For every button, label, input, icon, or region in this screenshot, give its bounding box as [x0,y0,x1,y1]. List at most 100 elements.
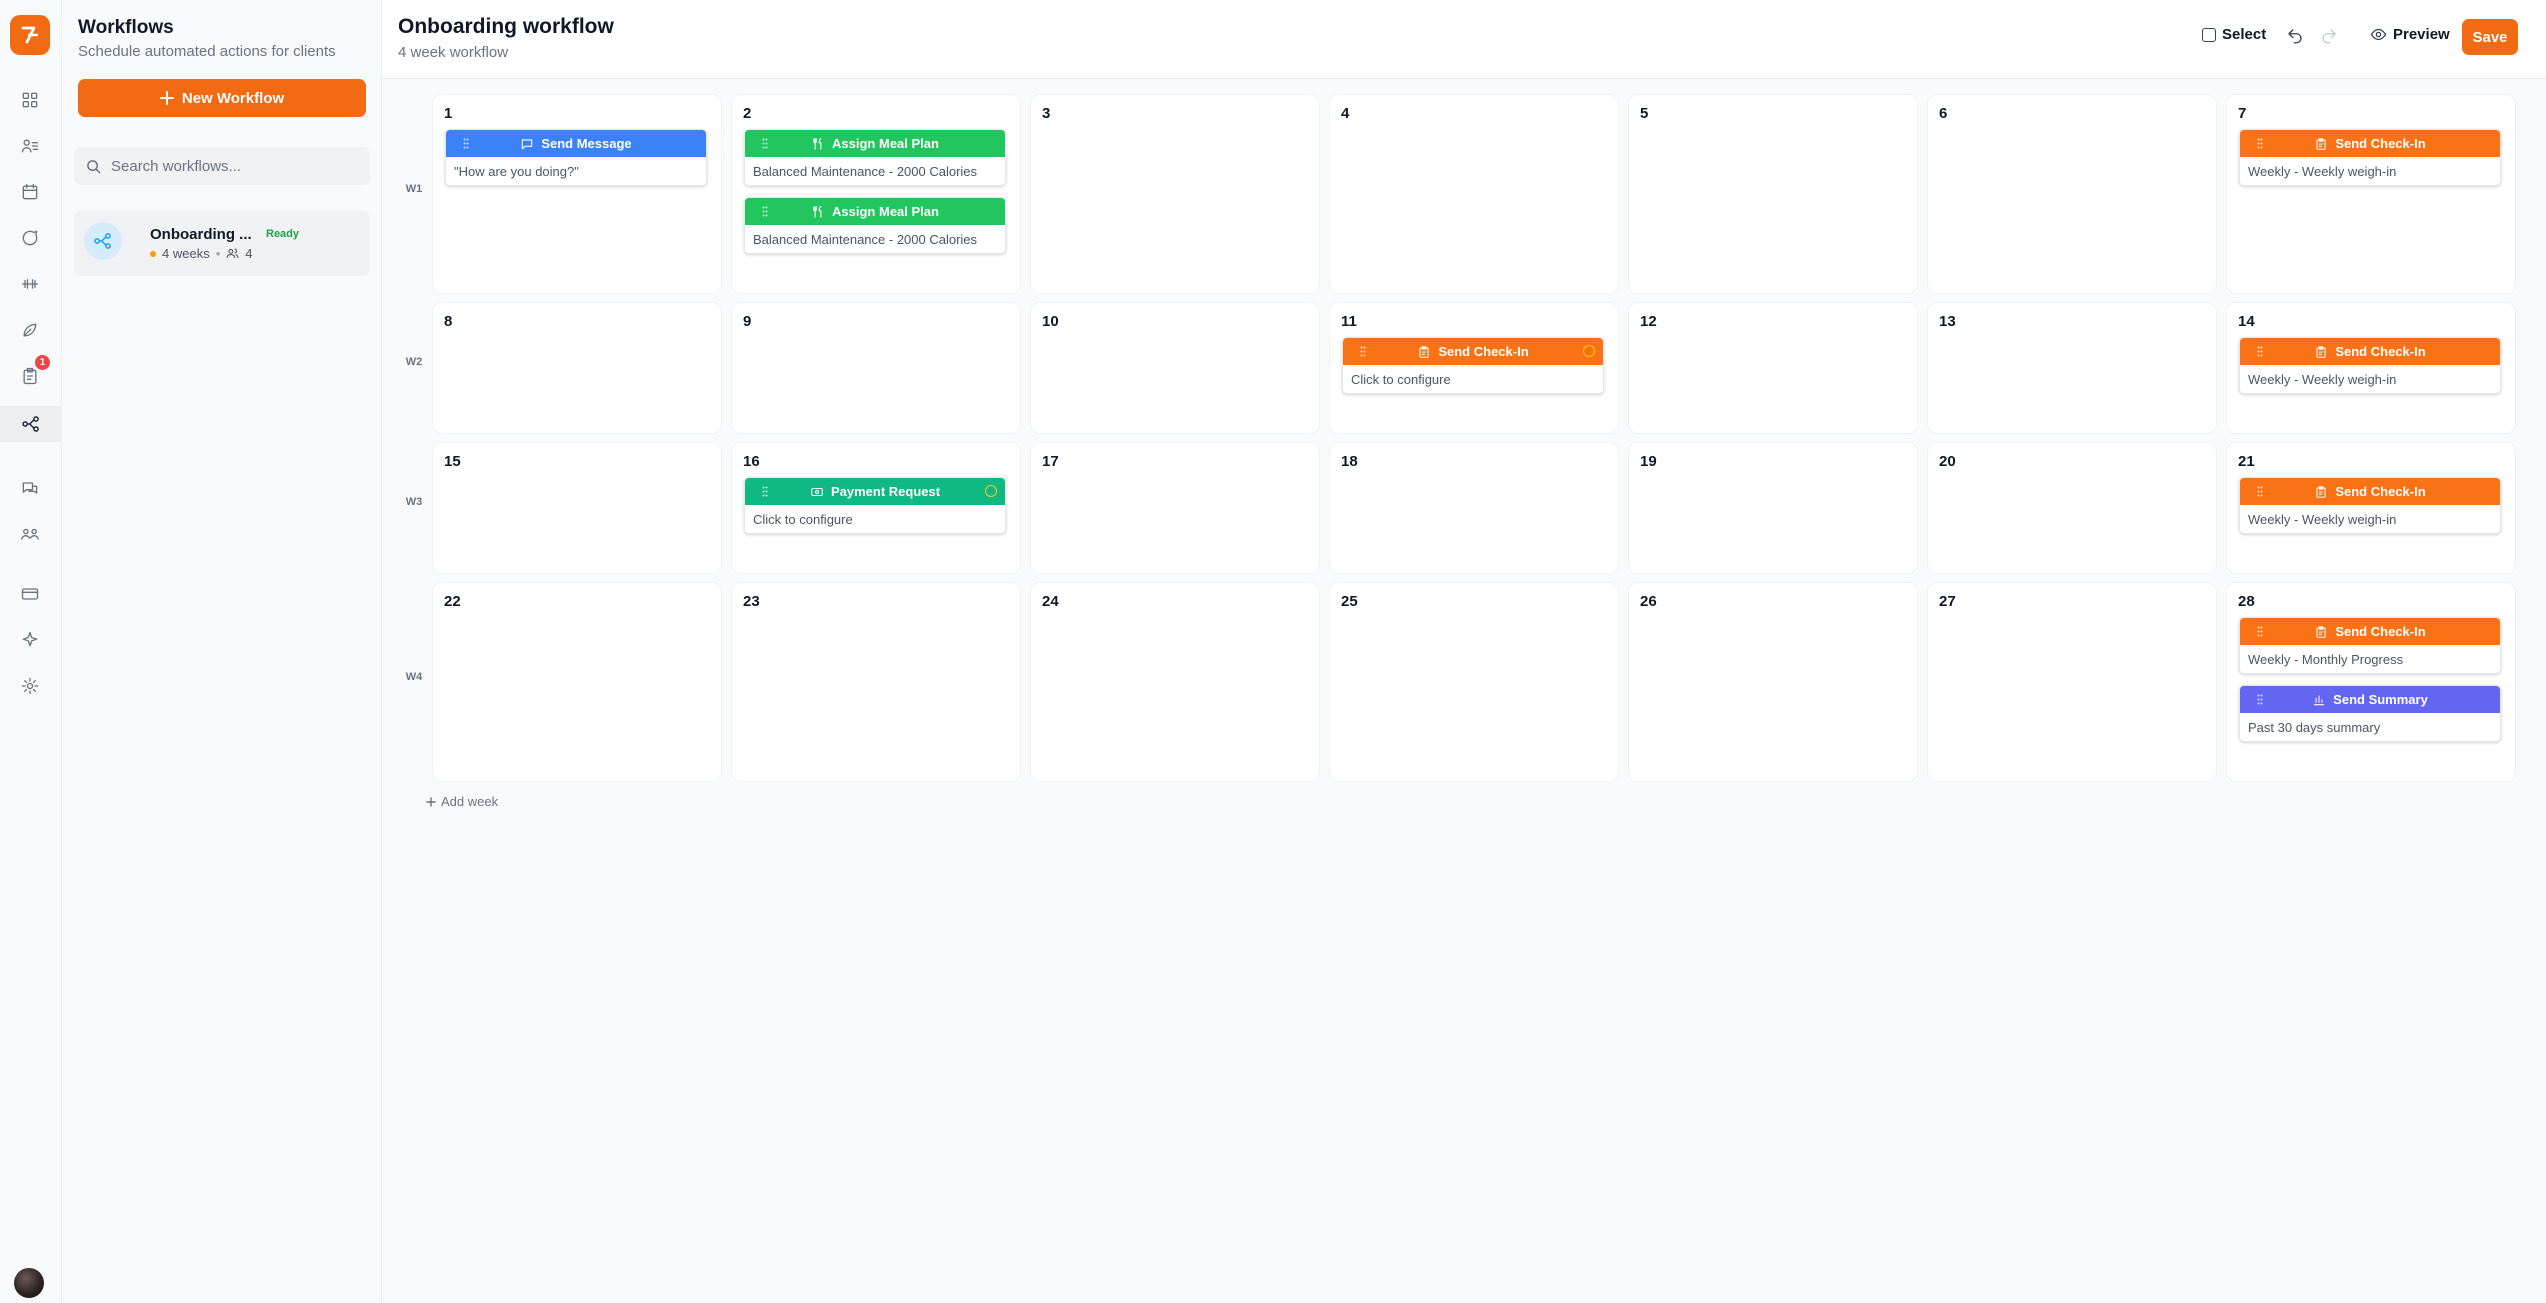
drag-handle-icon[interactable] [1360,346,1366,357]
payments-icon[interactable] [14,578,46,610]
checkbox-icon [2202,27,2216,42]
preview-button[interactable]: Preview [2370,26,2450,43]
day-cell[interactable]: 8 [432,302,722,434]
action-card-header[interactable]: Send Check-In [2240,478,2500,505]
day-cell[interactable]: 23 [731,582,1021,782]
action-card-header[interactable]: Assign Meal Plan [745,130,1005,157]
day-cell[interactable]: 14 Send Check-In Weekly - Weekly weigh-in [2226,302,2516,434]
day-cell[interactable]: 17 [1030,442,1320,574]
day-cell[interactable]: 2 Assign Meal Plan Balanced Maintenance - … [731,94,1021,294]
action-title: Send Message [541,136,632,151]
day-cell[interactable]: 25 [1329,582,1619,782]
select-button[interactable]: Select [2202,26,2266,43]
action-card-summary[interactable]: Send Summary Past 30 days summary [2239,685,2501,742]
search-icon [87,159,101,173]
search-input[interactable] [111,157,351,175]
action-card-meal[interactable]: Assign Meal Plan Balanced Maintenance - 2… [744,197,1006,254]
day-cell[interactable]: 7 Send Check-In Weekly - Weekly weigh-in [2226,94,2516,294]
drag-handle-icon[interactable] [762,206,768,217]
day-number: 17 [1042,453,1059,470]
clipboard-icon [2316,137,2326,150]
action-card-meal[interactable]: Assign Meal Plan Balanced Maintenance - 2… [744,129,1006,186]
action-card-header[interactable]: Send Summary [2240,686,2500,713]
day-cell[interactable]: 1 Send Message "How are you doing?" [432,94,722,294]
editor-header: Onboarding workflow 4 week workflow Sele… [382,0,2546,79]
new-workflow-button[interactable]: New Workflow [78,79,366,117]
day-cell[interactable]: 22 [432,582,722,782]
clients-icon[interactable] [14,130,46,162]
add-week-button[interactable]: Add week [426,794,498,809]
day-cell[interactable]: 3 [1030,94,1320,294]
drag-handle-icon[interactable] [463,138,469,149]
action-card-checkin[interactable]: Send Check-In Weekly - Monthly Progress [2239,617,2501,674]
action-card-header[interactable]: Send Message [446,130,706,157]
action-card-message[interactable]: Send Message "How are you doing?" [445,129,707,186]
action-card-header[interactable]: Send Check-In [1343,338,1603,365]
nutrition-icon[interactable] [14,314,46,346]
day-cell[interactable]: 18 [1329,442,1619,574]
action-title: Send Check-In [2335,484,2426,499]
day-cell[interactable]: 6 [1927,94,2217,294]
drag-handle-icon[interactable] [2257,138,2263,149]
action-card-header[interactable]: Send Check-In [2240,338,2500,365]
community-icon[interactable] [14,518,46,550]
day-cell[interactable]: 27 [1927,582,2217,782]
action-card-payment[interactable]: Payment Request Click to configure [744,477,1006,534]
day-cell[interactable]: 11 Send Check-In Click to configure [1329,302,1619,434]
app-logo[interactable] [10,15,50,55]
utensils-icon [813,205,822,218]
settings-icon[interactable] [14,670,46,702]
action-card-header[interactable]: Assign Meal Plan [745,198,1005,225]
drag-handle-icon[interactable] [762,138,768,149]
day-cell[interactable]: 16 Payment Request Click to configure [731,442,1021,574]
day-cell[interactable]: 5 [1628,94,1918,294]
search-box[interactable] [74,147,370,185]
action-card-header[interactable]: Send Check-In [2240,130,2500,157]
day-cell[interactable]: 10 [1030,302,1320,434]
banknote-icon [811,487,823,496]
drag-handle-icon[interactable] [762,486,768,497]
action-card-checkin[interactable]: Send Check-In Weekly - Weekly weigh-in [2239,477,2501,534]
clipboard-icon [2316,485,2326,498]
day-cell[interactable]: 28 Send Check-In Weekly - Monthly Progress… [2226,582,2516,782]
drag-handle-icon[interactable] [2257,486,2263,497]
day-cell[interactable]: 26 [1628,582,1918,782]
preview-label: Preview [2393,26,2450,43]
day-cell[interactable]: 12 [1628,302,1918,434]
save-button[interactable]: Save [2462,19,2518,55]
action-title: Assign Meal Plan [832,136,939,151]
action-card-header[interactable]: Payment Request [745,478,1005,505]
day-number: 28 [2238,593,2255,610]
ai-icon[interactable] [14,624,46,656]
chat-icon[interactable] [14,472,46,504]
day-number: 18 [1341,453,1358,470]
messages-icon[interactable] [14,222,46,254]
action-card-checkin[interactable]: Send Check-In Weekly - Weekly weigh-in [2239,337,2501,394]
workflow-list-item[interactable]: Onboarding ... Ready 4 weeks • 4 [74,210,370,276]
dashboard-icon[interactable] [14,84,46,116]
drag-handle-icon[interactable] [2257,694,2263,705]
action-card-checkin[interactable]: Send Check-In Click to configure [1342,337,1604,394]
redo-icon[interactable] [2320,27,2338,50]
calendar-icon[interactable] [14,176,46,208]
workflows-icon[interactable] [0,406,62,442]
user-avatar[interactable] [14,1268,44,1298]
action-card-checkin[interactable]: Send Check-In Weekly - Weekly weigh-in [2239,129,2501,186]
day-cell[interactable]: 21 Send Check-In Weekly - Weekly weigh-in [2226,442,2516,574]
drag-handle-icon[interactable] [2257,346,2263,357]
day-cell[interactable]: 20 [1927,442,2217,574]
day-number: 5 [1640,105,1649,122]
day-cell[interactable]: 19 [1628,442,1918,574]
day-number: 8 [444,313,453,330]
day-cell[interactable]: 24 [1030,582,1320,782]
action-card-header[interactable]: Send Check-In [2240,618,2500,645]
workouts-icon[interactable] [14,268,46,300]
day-cell[interactable]: 15 [432,442,722,574]
day-cell[interactable]: 9 [731,302,1021,434]
drag-handle-icon[interactable] [2257,626,2263,637]
day-cell[interactable]: 13 [1927,302,2217,434]
day-number: 27 [1939,593,1956,610]
undo-icon[interactable] [2286,27,2304,50]
day-cell[interactable]: 4 [1329,94,1619,294]
workflow-icon [84,222,122,260]
